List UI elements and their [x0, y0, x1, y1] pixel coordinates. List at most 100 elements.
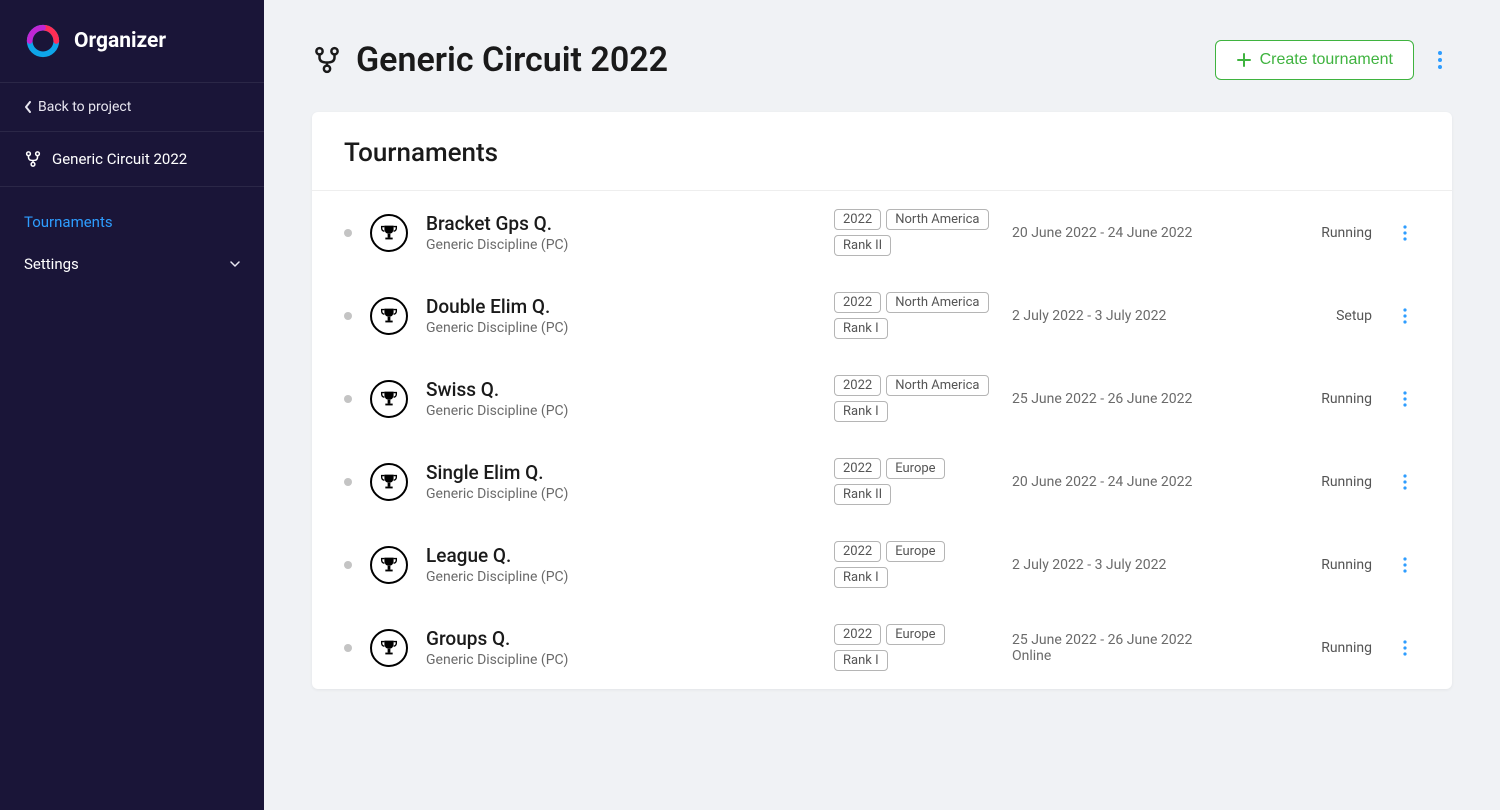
tag: 2022	[834, 624, 881, 645]
row-more-button[interactable]	[1390, 308, 1420, 324]
tournament-tags: 2022North AmericaRank I	[834, 292, 994, 339]
tournament-status: Running	[1292, 391, 1372, 407]
trophy-icon	[370, 463, 408, 501]
sidebar: Organizer Back to project Generic Circui…	[0, 0, 264, 810]
row-more-button[interactable]	[1390, 474, 1420, 490]
nav-settings[interactable]: Settings	[0, 243, 264, 285]
status-dot-icon	[344, 561, 352, 569]
date-range: 25 June 2022 - 26 June 2022	[1012, 632, 1242, 648]
tournament-status: Running	[1292, 640, 1372, 656]
tag: Rank II	[834, 235, 891, 256]
tournament-name-col: League Q. Generic Discipline (PC)	[426, 544, 816, 585]
tournament-row[interactable]: Groups Q.Generic Discipline (PC) 2022Euro…	[312, 606, 1452, 689]
tag: North America	[886, 375, 988, 396]
header-more-button[interactable]	[1428, 42, 1452, 78]
row-more-button[interactable]	[1390, 640, 1420, 656]
dots-vertical-icon	[1403, 391, 1407, 407]
tag: Rank II	[834, 484, 891, 505]
brand-logo-icon	[24, 22, 62, 60]
tournament-status: Running	[1292, 474, 1372, 490]
tournament-dates: 25 June 2022 - 26 June 2022Online	[1012, 632, 1242, 664]
tournament-discipline: Generic Discipline (PC)	[426, 569, 816, 585]
create-button-label: Create tournament	[1260, 51, 1393, 69]
date-range: 20 June 2022 - 24 June 2022	[1012, 225, 1242, 241]
nav-tournaments[interactable]: Tournaments	[0, 201, 264, 243]
tournament-row[interactable]: League Q. Generic Discipline (PC) 2022Euro…	[312, 523, 1452, 606]
tournament-status: Running	[1292, 557, 1372, 573]
tournament-dates: 20 June 2022 - 24 June 2022	[1012, 474, 1242, 490]
tournament-name: Single Elim Q.	[426, 461, 816, 484]
tournament-name-col: Bracket Gps Q. Generic Discipline (PC)	[426, 212, 816, 253]
tag: North America	[886, 292, 988, 313]
main-content: Generic Circuit 2022 Create tournament T…	[264, 0, 1500, 810]
tag: 2022	[834, 209, 881, 230]
fork-icon	[24, 150, 42, 168]
tag: Rank I	[834, 567, 888, 588]
tournament-status: Setup	[1292, 308, 1372, 324]
tag: Rank I	[834, 318, 888, 339]
tournament-row[interactable]: Single Elim Q. Generic Discipline (PC) 202…	[312, 440, 1452, 523]
dots-vertical-icon	[1403, 474, 1407, 490]
tag: 2022	[834, 541, 881, 562]
back-label: Back to project	[38, 99, 131, 115]
tournament-dates: 20 June 2022 - 24 June 2022	[1012, 225, 1242, 241]
page-header: Generic Circuit 2022 Create tournament	[312, 40, 1452, 80]
date-range: 20 June 2022 - 24 June 2022	[1012, 474, 1242, 490]
tournament-row[interactable]: Double Elim Q.Generic Discipline (PC)202…	[312, 274, 1452, 357]
tournament-row[interactable]: Bracket Gps Q. Generic Discipline (PC) 202…	[312, 191, 1452, 274]
tournament-name-col: Double Elim Q. Generic Discipline (PC)	[426, 295, 816, 336]
tag: North America	[886, 209, 988, 230]
header-actions: Create tournament	[1215, 40, 1452, 80]
circuit-selector[interactable]: Generic Circuit 2022	[0, 132, 264, 187]
status-dot-icon	[344, 312, 352, 320]
tournament-discipline: Generic Discipline (PC)	[426, 486, 816, 502]
trophy-icon	[370, 297, 408, 335]
row-more-button[interactable]	[1390, 225, 1420, 241]
page-title-row: Generic Circuit 2022	[312, 40, 668, 80]
card-title: Tournaments	[344, 138, 1420, 168]
tournament-tags: 2022EuropeRank II	[834, 458, 994, 505]
tournament-dates: 2 July 2022 - 3 July 2022	[1012, 557, 1242, 573]
tournament-name-col: Swiss Q.Generic Discipline (PC)	[426, 378, 816, 419]
tournament-discipline: Generic Discipline (PC)	[426, 320, 816, 336]
tournament-name-col: Single Elim Q. Generic Discipline (PC)	[426, 461, 816, 502]
tournament-status: Running	[1292, 225, 1372, 241]
tournament-tags: 2022North America Rank II	[834, 209, 994, 256]
circuit-label: Generic Circuit 2022	[52, 150, 187, 168]
dots-vertical-icon	[1403, 225, 1407, 241]
row-more-button[interactable]	[1390, 391, 1420, 407]
tournament-tags: 2022EuropeRank I	[834, 541, 994, 588]
tournament-tags: 2022Europe Rank I	[834, 624, 994, 671]
tournament-discipline: Generic Discipline (PC)	[426, 237, 816, 253]
date-range: 25 June 2022 - 26 June 2022	[1012, 391, 1242, 407]
status-dot-icon	[344, 478, 352, 486]
trophy-icon	[370, 629, 408, 667]
trophy-icon	[370, 214, 408, 252]
tournament-name-col: Groups Q.Generic Discipline (PC)	[426, 627, 816, 668]
nav-tournaments-label: Tournaments	[24, 213, 113, 231]
trophy-icon	[370, 546, 408, 584]
brand-row[interactable]: Organizer	[0, 0, 264, 82]
chevron-left-icon	[24, 101, 32, 113]
dots-vertical-icon	[1403, 557, 1407, 573]
status-dot-icon	[344, 395, 352, 403]
back-to-project-link[interactable]: Back to project	[0, 82, 264, 132]
tag: 2022	[834, 375, 881, 396]
tournament-name: Double Elim Q.	[426, 295, 816, 318]
create-tournament-button[interactable]: Create tournament	[1215, 40, 1414, 80]
tournaments-card: Tournaments Bracket Gps Q. Generic Discip…	[312, 112, 1452, 689]
date-range: 2 July 2022 - 3 July 2022	[1012, 557, 1242, 573]
tag: Rank I	[834, 650, 888, 671]
tournament-name: Bracket Gps Q.	[426, 212, 816, 235]
page-title: Generic Circuit 2022	[356, 40, 668, 80]
tag: Europe	[886, 624, 944, 645]
tournament-row[interactable]: Swiss Q.Generic Discipline (PC) 2022North…	[312, 357, 1452, 440]
row-more-button[interactable]	[1390, 557, 1420, 573]
dots-vertical-icon	[1403, 308, 1407, 324]
tournament-discipline: Generic Discipline (PC)	[426, 652, 816, 668]
tournament-discipline: Generic Discipline (PC)	[426, 403, 816, 419]
date-extra: Online	[1012, 648, 1242, 664]
tournament-name: League Q.	[426, 544, 816, 567]
fork-icon	[312, 45, 342, 75]
plus-icon	[1236, 52, 1252, 68]
